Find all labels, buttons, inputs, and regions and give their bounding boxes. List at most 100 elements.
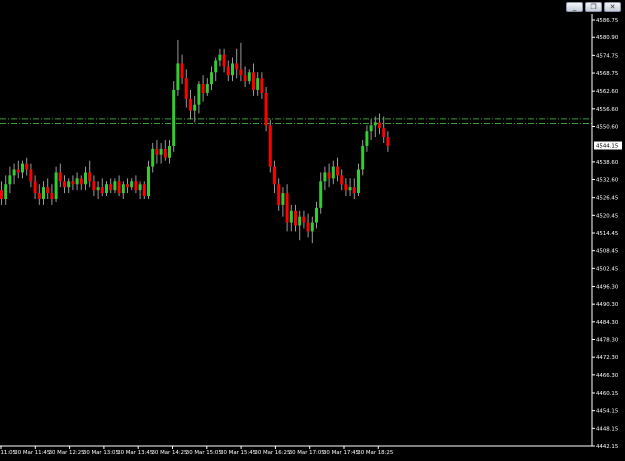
- price-tick-label: 4460.15: [596, 391, 618, 397]
- candle-bear: [226, 66, 230, 76]
- candle-bear: [92, 181, 96, 191]
- candle-bear: [264, 92, 268, 126]
- candle-bull: [84, 172, 87, 185]
- candle-bear: [109, 184, 113, 191]
- candle-bear: [0, 190, 3, 199]
- price-tick-label: 4502.45: [596, 266, 618, 272]
- candle-bull: [168, 145, 171, 158]
- candle-bear: [273, 166, 276, 185]
- price-tick-label: 4466.30: [596, 373, 619, 379]
- candle-bear: [142, 184, 146, 197]
- candle-bear: [88, 172, 92, 182]
- candle-bear: [201, 84, 205, 93]
- price-tick-label: 4478.30: [596, 338, 619, 344]
- candle-bear: [163, 148, 167, 158]
- candle-bull: [147, 166, 150, 197]
- candle-bear: [327, 172, 331, 179]
- time-tick-label: 30 Mar 11:45: [14, 450, 50, 456]
- candle-bull: [176, 63, 180, 90]
- candle-bear: [29, 169, 33, 182]
- candle-bear: [239, 69, 243, 76]
- candle-bear: [155, 148, 159, 155]
- candle-bull: [54, 172, 58, 199]
- current-price-label: 4544.15: [596, 144, 618, 150]
- candle-bear: [184, 78, 188, 99]
- candle-bear: [302, 216, 306, 223]
- time-tick-label: 30 Mar 18:25: [357, 450, 393, 456]
- price-tick-label: 4484.30: [596, 320, 619, 326]
- price-tick-label: 4490.30: [596, 302, 619, 308]
- candle-bull: [373, 122, 377, 126]
- candle-bull: [214, 60, 218, 73]
- candle-bull: [323, 172, 327, 182]
- candle-bull: [105, 184, 108, 194]
- candle-bear: [386, 137, 390, 146]
- price-tick-label: 4538.60: [596, 160, 619, 166]
- candle-bear: [252, 72, 255, 90]
- time-tick-label: 30 Mar 17:45: [323, 450, 359, 456]
- candle-bull: [75, 178, 79, 185]
- candle-bear: [180, 63, 184, 79]
- candle-bull: [197, 84, 201, 105]
- candle-bull: [231, 63, 234, 76]
- time-tick-label: 30 Mar 13:45: [117, 450, 153, 456]
- candle-bear: [243, 75, 247, 82]
- candle-bear: [294, 210, 297, 226]
- time-tick-label: 30 Mar 15:05: [186, 450, 222, 456]
- candle-bear: [378, 122, 381, 129]
- price-tick-label: 4550.60: [596, 125, 619, 131]
- candle-bear: [382, 128, 386, 138]
- candle-bull: [151, 148, 155, 167]
- candle-bull: [159, 148, 163, 155]
- candle-bear: [79, 178, 83, 185]
- price-tick-label: 4580.90: [596, 35, 619, 41]
- time-tick-label: 30 Mar 14:25: [152, 450, 188, 456]
- candle-bear: [344, 184, 348, 191]
- candle-bull: [121, 184, 125, 194]
- candle-bear: [285, 193, 289, 223]
- time-tick-label: 30 Mar 17:05: [289, 450, 325, 456]
- time-tick-label: 30 Mar 15:45: [220, 450, 256, 456]
- price-tick-label: 4496.30: [596, 284, 619, 290]
- current-price-marker: 4544.15: [594, 141, 622, 150]
- price-tick-label: 4526.45: [596, 196, 618, 202]
- candle-bear: [134, 181, 138, 191]
- time-tick-label: 30 Mar 13:05: [83, 450, 119, 456]
- price-chart[interactable]: 4586.75 4580.90 4574.75 4568.75 4562.60 4556.…: [0, 0, 625, 461]
- time-axis[interactable]: 30 Mar 11:0530 Mar 11:4530 Mar 12:2530 M…: [0, 445, 592, 456]
- candle-bear: [58, 172, 62, 182]
- price-tick-label: 4472.30: [596, 355, 619, 361]
- candle-bear: [16, 169, 20, 173]
- candle-bear: [63, 181, 66, 188]
- candle-bear: [117, 181, 121, 194]
- candle-bull: [331, 166, 335, 179]
- candle-bull: [8, 175, 12, 185]
- candle-bull: [21, 163, 24, 173]
- candle-bull: [298, 216, 302, 226]
- candle-bull: [348, 187, 352, 191]
- candle-bear: [37, 193, 41, 199]
- candle-bull: [67, 181, 71, 188]
- price-tick-label: 4586.75: [596, 18, 618, 24]
- candle-bull: [289, 210, 293, 223]
- candle-bear: [235, 63, 239, 70]
- candle-bull: [96, 187, 100, 191]
- price-tick-label: 4574.75: [596, 53, 618, 59]
- price-tick-label: 4514.45: [596, 231, 618, 237]
- candle-bull: [315, 207, 318, 223]
- candle-bear: [100, 187, 104, 194]
- candle-bear: [306, 222, 310, 232]
- candle-bear: [336, 166, 339, 176]
- price-tick-label: 4442.15: [596, 444, 618, 450]
- candle-bull: [310, 222, 314, 232]
- candle-bull: [319, 181, 323, 208]
- candle-bear: [340, 175, 344, 185]
- candle-bear: [50, 193, 54, 199]
- candle-bear: [222, 54, 226, 67]
- candle-bull: [205, 84, 209, 93]
- price-tick-label: 4454.15: [596, 409, 618, 415]
- candle-bear: [260, 78, 264, 93]
- candle-bull: [256, 78, 260, 90]
- price-axis[interactable]: 4586.75 4580.90 4574.75 4568.75 4562.60 4556.…: [591, 14, 619, 450]
- candle-bear: [277, 184, 281, 205]
